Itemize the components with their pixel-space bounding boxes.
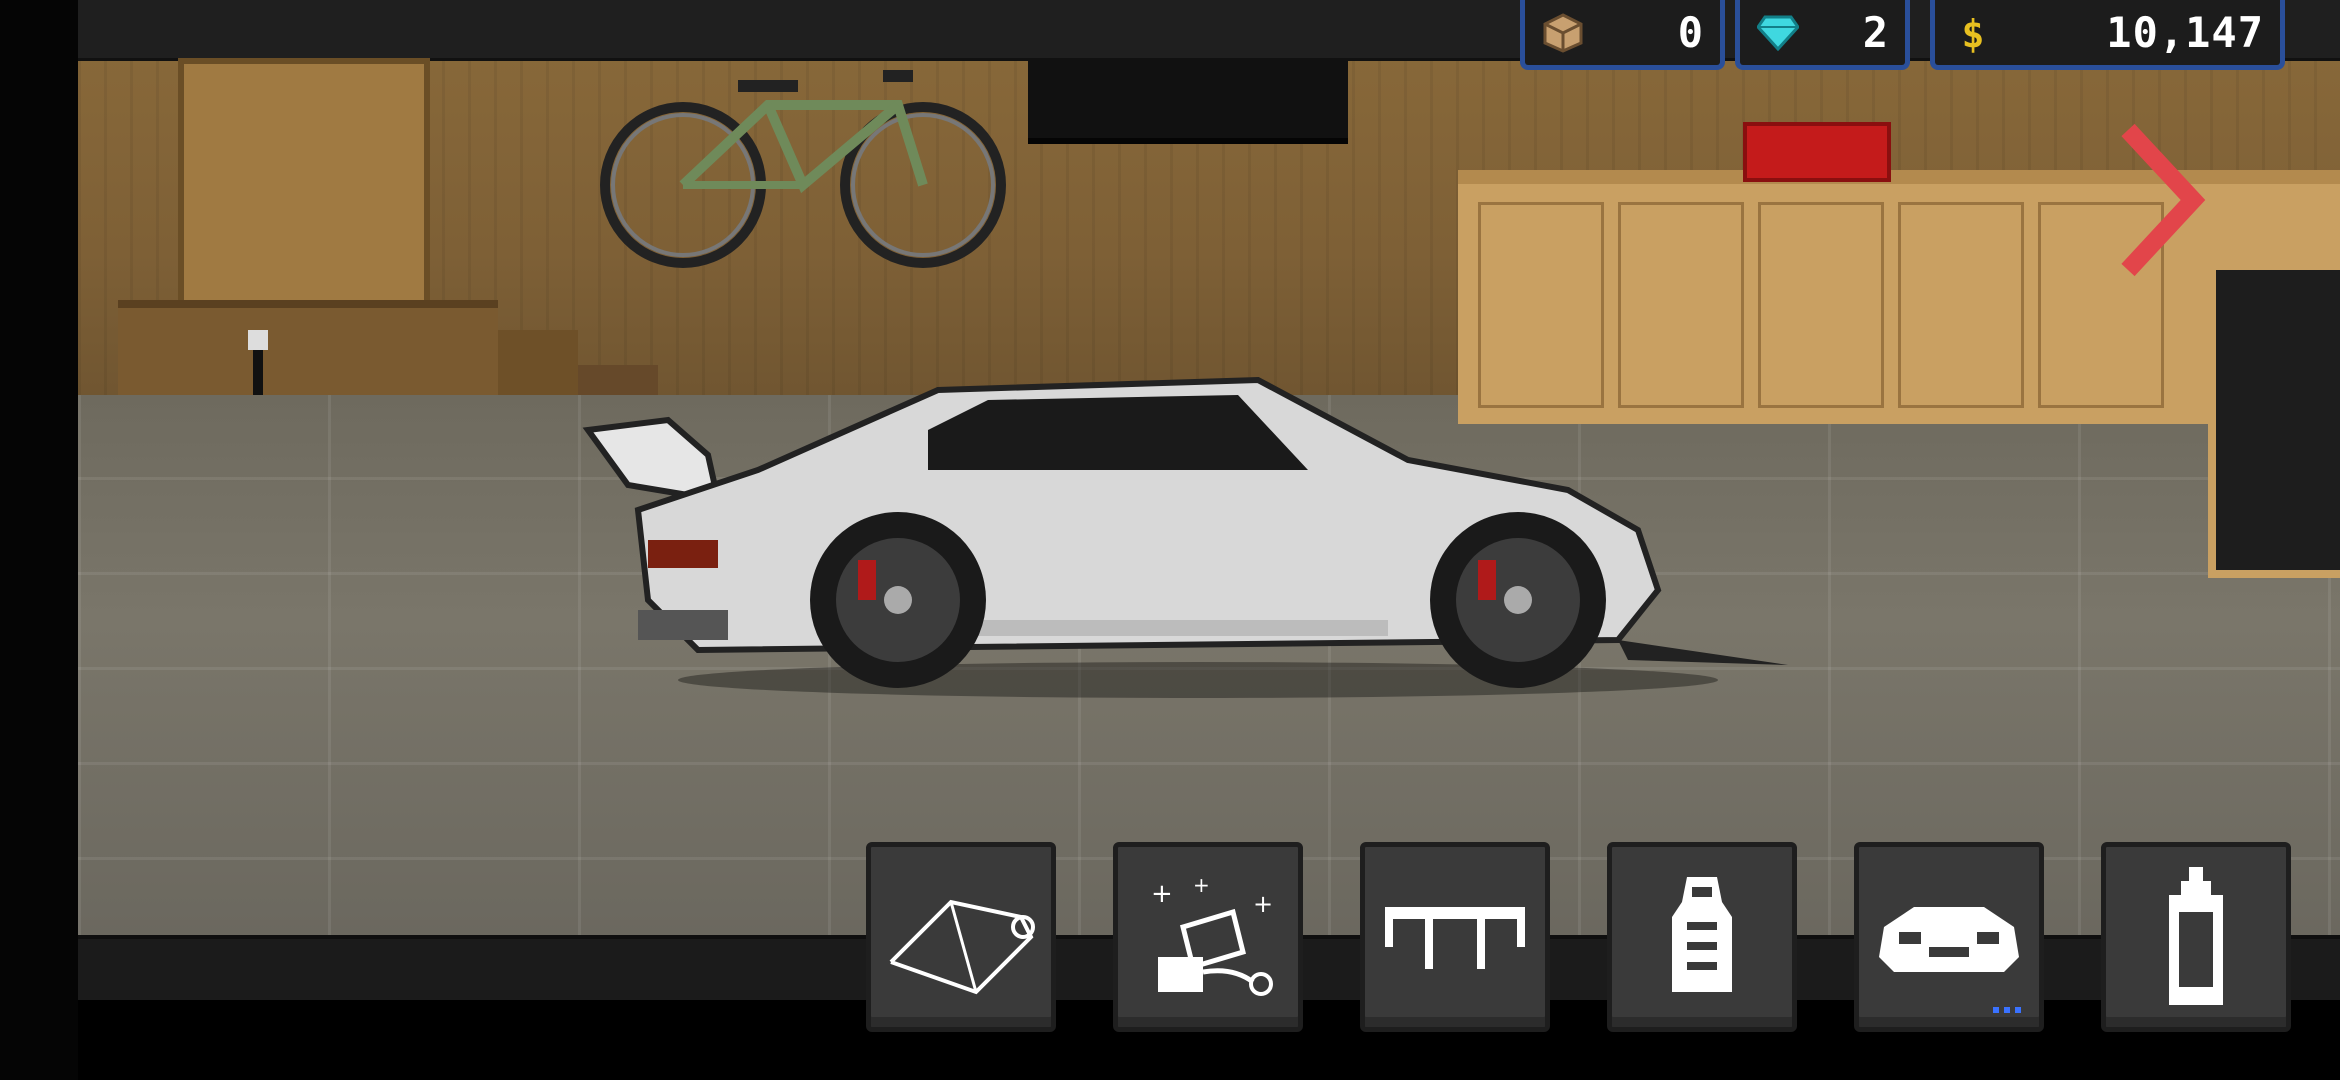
next-car-arrow[interactable] xyxy=(2118,120,2208,280)
wrap-button[interactable] xyxy=(866,842,1056,1032)
cash-value: 10,147 xyxy=(2106,8,2264,57)
garage-door xyxy=(178,58,430,320)
letterbox-bar xyxy=(0,0,78,1080)
crate-icon xyxy=(1541,11,1585,55)
diamond-icon xyxy=(1756,11,1800,55)
spoiler-icon xyxy=(1385,907,1525,969)
paint-shop-button[interactable]: + + + xyxy=(1113,842,1303,1032)
car-front-icon xyxy=(1879,907,2019,972)
spray-paint-button[interactable] xyxy=(2101,842,2291,1032)
paint-bucket-icon: + + + xyxy=(1151,873,1273,996)
bicycle-decor xyxy=(600,70,1006,268)
svg-text:$: $ xyxy=(1962,12,1985,55)
wall-tv xyxy=(1028,58,1348,144)
svg-text:+: + xyxy=(1193,873,1210,897)
parts-counter: 0 xyxy=(1520,0,1725,70)
red-toolbox xyxy=(1743,122,1891,182)
more-options-indicator xyxy=(1993,1007,2021,1013)
svg-text:+: + xyxy=(1151,879,1173,909)
gems-counter: 2 xyxy=(1735,0,1910,70)
gems-value: 2 xyxy=(1862,8,1889,57)
svg-text:+: + xyxy=(1253,890,1273,918)
seat-icon xyxy=(1672,877,1732,992)
spray-can-icon xyxy=(2169,867,2223,1005)
cabinet-door xyxy=(1898,202,2024,408)
spoiler-button[interactable] xyxy=(1360,842,1550,1032)
body-kit-button[interactable] xyxy=(1854,842,2044,1032)
player-car[interactable] xyxy=(558,360,1808,700)
cash-counter: $ 10,147 xyxy=(1930,0,2285,70)
dollar-icon: $ xyxy=(1951,11,1995,55)
wrap-film-icon xyxy=(889,899,1035,995)
game-screen: 0 2 $ 10,147 + + + xyxy=(0,0,2340,1080)
parts-value: 0 xyxy=(1677,8,1704,57)
seat-button[interactable] xyxy=(1607,842,1797,1032)
tool-cart xyxy=(2208,262,2340,578)
